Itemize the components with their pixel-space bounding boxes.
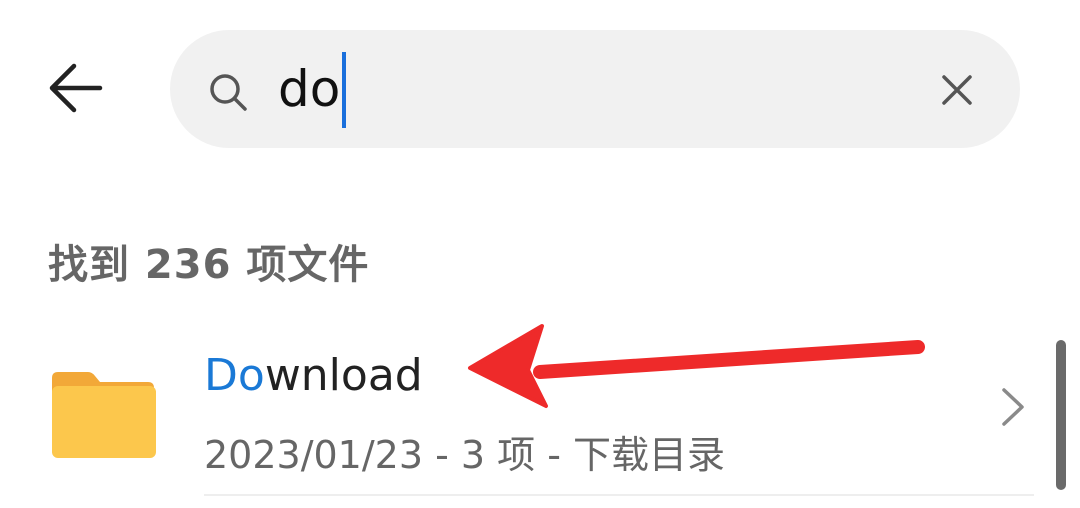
result-count-label: 找到 236 项文件 [48, 242, 370, 288]
list-divider [204, 494, 1034, 496]
clear-search-button[interactable] [932, 65, 982, 115]
text-cursor [342, 52, 346, 128]
chevron-right-icon [1002, 388, 1024, 426]
item-name-rest: wnload [264, 350, 423, 401]
item-meta: 2023/01/23 - 3 项 - 下载目录 [204, 433, 726, 477]
search-input[interactable] [278, 54, 918, 124]
back-button[interactable] [38, 52, 110, 124]
search-screen: 找到 236 项文件 Download 2023/01/23 - 3 项 - 下… [0, 0, 1080, 508]
folder-icon [52, 372, 156, 458]
search-bar[interactable] [170, 30, 1020, 148]
scrollbar[interactable] [1056, 340, 1066, 490]
search-icon [210, 74, 247, 111]
item-name-highlight: Do [204, 350, 265, 401]
list-item-download[interactable]: Download 2023/01/23 - 3 项 - 下载目录 [0, 330, 1050, 490]
arrow-left-icon [49, 63, 103, 113]
close-icon [942, 75, 972, 105]
item-name: Download [204, 350, 423, 401]
